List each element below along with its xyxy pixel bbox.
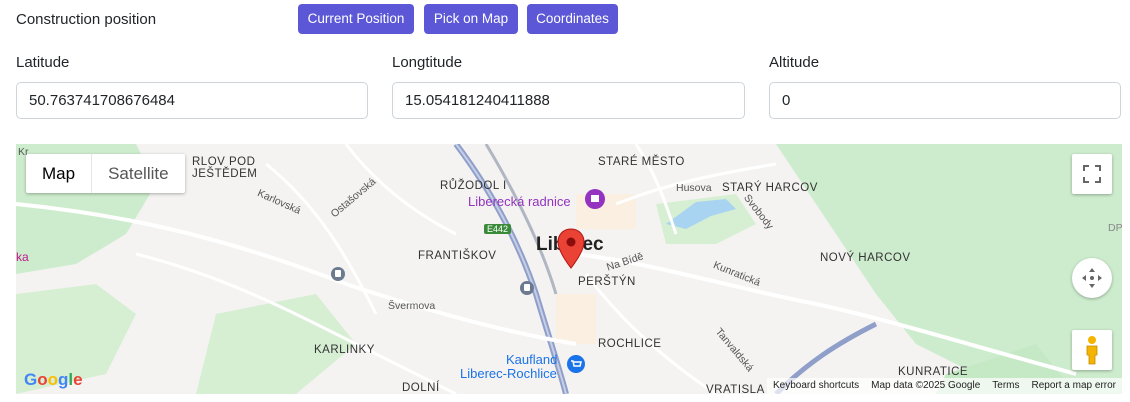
street-view-button[interactable]: [1072, 330, 1112, 370]
coordinates-button[interactable]: Coordinates: [527, 4, 618, 34]
terms-link[interactable]: Terms: [992, 378, 1019, 394]
position-toolbar: Construction position Current Position P…: [16, 4, 1130, 34]
latitude-label: Latitude: [16, 54, 70, 71]
section-label: Construction position: [16, 11, 157, 28]
town-hall-poi-icon[interactable]: [584, 188, 606, 210]
map-label: PERŠTÝN: [578, 276, 636, 288]
keyboard-shortcuts-link[interactable]: Keyboard shortcuts: [773, 378, 859, 394]
fullscreen-button[interactable]: [1072, 154, 1112, 194]
map-label: NOVÝ HARCOV: [820, 252, 911, 264]
fullscreen-icon: [1083, 165, 1101, 183]
map-type-control: Map Satellite: [26, 154, 185, 193]
current-position-button[interactable]: Current Position: [298, 4, 414, 34]
map-poi-label: Liberec-Rochlice: [460, 366, 557, 381]
camera-control-button[interactable]: [1072, 258, 1112, 298]
map-label: FRANTIŠKOV: [418, 250, 497, 262]
map-label: KUNRATICE: [898, 366, 969, 378]
shopping-cart-poi-icon[interactable]: [566, 354, 586, 374]
report-map-error-link[interactable]: Report a map error: [1032, 378, 1116, 394]
highway-shield: E442: [484, 224, 512, 234]
map-label: ROCHLICE: [598, 338, 662, 350]
longitude-input[interactable]: [392, 82, 745, 119]
pick-on-map-button[interactable]: Pick on Map: [424, 4, 518, 34]
map-label: RLOV POD: [192, 156, 256, 168]
map-label: DP: [1108, 222, 1122, 234]
map-data-notice: Map data ©2025 Google: [871, 380, 981, 391]
map-label: STARÉ MĚSTO: [598, 156, 685, 168]
transit-stop-icon[interactable]: [519, 280, 535, 296]
altitude-label: Altitude: [769, 54, 820, 71]
map-label: VRATISLA: [706, 384, 765, 394]
map-canvas[interactable]: Map Satellite RLOV POD JEŠTĚDEM STARÉ MĚ…: [16, 144, 1122, 394]
longitude-label: Longtitude: [392, 54, 463, 71]
map-road-label: Švermova: [388, 300, 436, 312]
map-poi-label: Liberecká radnice: [468, 194, 571, 209]
map-type-satellite-button[interactable]: Satellite: [92, 154, 184, 193]
location-marker-icon[interactable]: [557, 228, 585, 270]
map-label: DOLNÍ: [402, 382, 440, 394]
map-attribution: Keyboard shortcuts Map data ©2025 Google…: [766, 378, 1122, 394]
map-type-map-button[interactable]: Map: [26, 154, 93, 193]
map-label: KARLINKY: [314, 344, 375, 356]
pegman-icon: [1086, 336, 1098, 365]
google-logo[interactable]: Google: [24, 370, 83, 390]
altitude-input[interactable]: [769, 82, 1121, 119]
map-poi-label: Kaufland: [506, 352, 558, 367]
latitude-input[interactable]: [16, 82, 368, 119]
map-label: STARÝ HARCOV: [722, 182, 818, 194]
map-label: ka: [16, 250, 29, 264]
move-arrows-icon: [1082, 268, 1102, 288]
map-road-label: Husova: [676, 182, 712, 194]
map-label: JEŠTĚDEM: [192, 168, 258, 180]
transit-stop-icon[interactable]: [330, 266, 346, 282]
map-label: Kr: [18, 146, 29, 158]
map-label: RŮŽODOL I: [440, 180, 507, 192]
